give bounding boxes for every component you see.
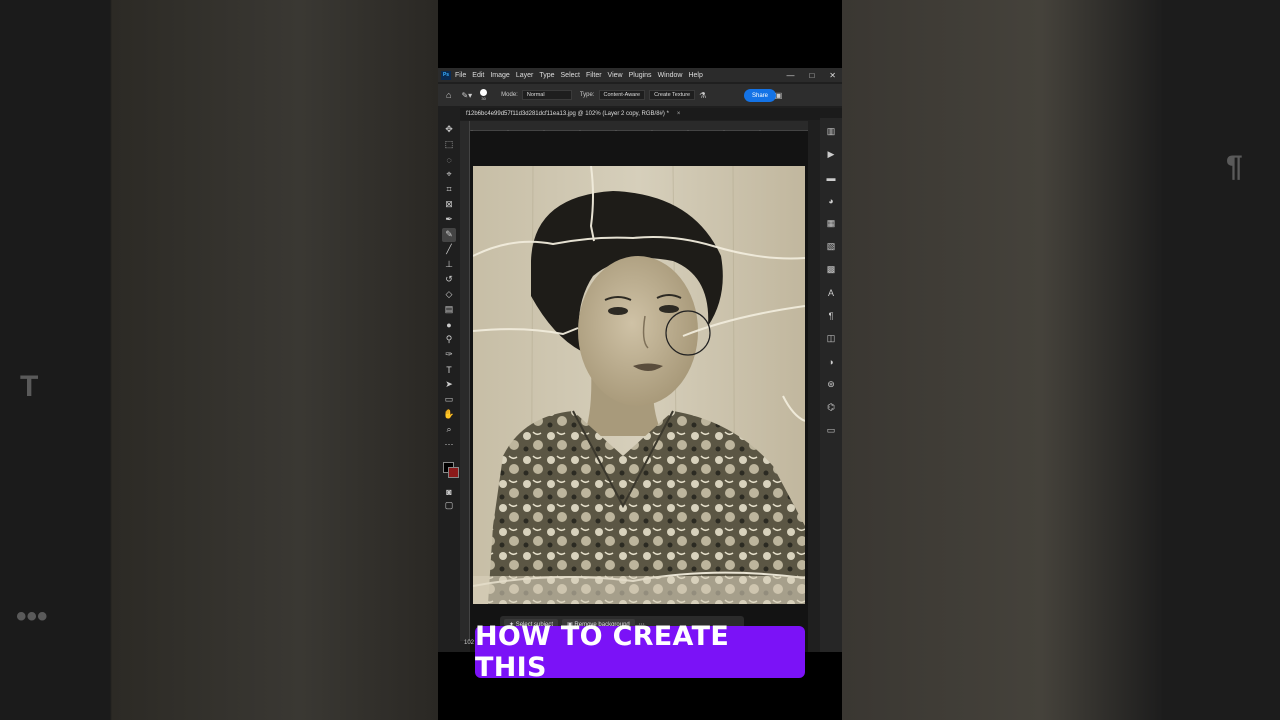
background-color-swatch[interactable]	[448, 467, 459, 478]
menu-file[interactable]: File	[455, 72, 466, 79]
menu-edit[interactable]: Edit	[472, 72, 484, 79]
photoshop-window: Ps File Edit Image Layer Type Select Fil…	[438, 68, 842, 652]
sample-all-layers-icon[interactable]: ⚗	[699, 91, 706, 100]
patterns-icon[interactable]: ▩	[825, 264, 837, 276]
zoom-icon[interactable]: ⌕	[442, 423, 456, 437]
path-select-icon[interactable]: ➤	[442, 378, 456, 392]
horizontal-ruler	[470, 121, 808, 134]
menu-window[interactable]: Window	[658, 72, 683, 79]
menu-filter[interactable]: Filter	[586, 72, 602, 79]
properties-icon[interactable]: ◫	[825, 333, 837, 345]
minimize-button[interactable]: —	[786, 71, 794, 80]
background-type-icon: T	[20, 370, 39, 403]
screen-mode-icon[interactable]: ▢	[442, 499, 456, 513]
gradient-icon[interactable]: ▤	[442, 303, 456, 317]
lasso-icon[interactable]: ◌	[442, 153, 456, 167]
crop-icon[interactable]: ⌗	[442, 183, 456, 197]
play-icon[interactable]: ▶	[825, 149, 837, 161]
menu-plugins[interactable]: Plugins	[629, 72, 652, 79]
document-tab-close-icon[interactable]: ×	[677, 111, 681, 117]
more-tools-icon[interactable]: ⋯	[442, 438, 456, 452]
mode-label: Mode:	[501, 92, 518, 98]
background-blur-right: ¶	[842, 0, 1280, 720]
frame-icon[interactable]: ⊠	[442, 198, 456, 212]
options-bar: ⌂ ✎▾ 30 Mode: Normal Type: Content-Aware…	[438, 84, 842, 106]
adjustments-icon[interactable]: ◑	[825, 356, 837, 368]
eyedropper-icon[interactable]: ✒	[442, 213, 456, 227]
blur-icon[interactable]: ●	[442, 318, 456, 332]
maximize-button[interactable]: □	[809, 71, 814, 80]
video-caption: HOW TO CREATE THIS	[475, 621, 805, 683]
mode-select[interactable]: Normal	[521, 90, 572, 100]
type-content-aware-option[interactable]: Content-Aware	[598, 90, 646, 100]
color-swatches[interactable]	[443, 460, 459, 478]
type-icon[interactable]: T	[442, 363, 456, 377]
pen-icon[interactable]: ✑	[442, 348, 456, 362]
brush-preview-icon	[480, 88, 488, 96]
background-more-icon: •••	[16, 600, 48, 633]
paragraph-icon[interactable]: ¶	[825, 310, 837, 322]
document-tab[interactable]: f12b6bc4e99d57f11d3d281dcf11ea13.jpg @ 1…	[460, 108, 842, 120]
window-controls: — □ ✕	[786, 68, 836, 82]
right-panel-dock: ▥ ▶ ▬ ◕ ▦ ▧ ▩ A ¶ ◫ ◑ ⊛ ⌬ ▭	[820, 118, 842, 652]
photoshop-logo-icon: Ps	[441, 70, 451, 80]
hand-icon[interactable]: ✋	[442, 408, 456, 422]
document-canvas[interactable]	[470, 131, 808, 652]
libraries-icon[interactable]: ▥	[825, 126, 837, 138]
vertical-ruler	[460, 121, 470, 641]
history-brush-icon[interactable]: ↺	[442, 273, 456, 287]
portrait-illustration	[473, 166, 805, 604]
quick-mask-icon[interactable]: ◙	[442, 485, 456, 499]
type-create-texture-option[interactable]: Create Texture	[649, 90, 696, 100]
eraser-icon[interactable]: ◇	[442, 288, 456, 302]
background-panel-strip	[1162, 0, 1280, 720]
type-label: Type:	[579, 92, 595, 98]
character-icon[interactable]: A	[825, 287, 837, 299]
move-icon[interactable]: ✥	[442, 123, 456, 137]
marquee-icon[interactable]: ⬚	[442, 138, 456, 152]
home-icon[interactable]: ⌂	[446, 90, 451, 100]
brush-icon[interactable]: ╱	[442, 243, 456, 257]
spot-healing-brush-preset-icon[interactable]: ✎▾	[461, 91, 472, 100]
comments-icon[interactable]: ▬	[825, 172, 837, 184]
quick-select-icon[interactable]: ⌖	[442, 168, 456, 182]
zoom-level[interactable]: 102	[464, 640, 474, 646]
menu-view[interactable]: View	[608, 72, 623, 79]
close-button[interactable]: ✕	[829, 71, 836, 80]
menu-image[interactable]: Image	[490, 72, 509, 79]
vintage-portrait-photo[interactable]	[473, 166, 805, 604]
gradients-icon[interactable]: ▧	[825, 241, 837, 253]
menu-layer[interactable]: Layer	[516, 72, 534, 79]
brush-size-value: 30	[481, 95, 486, 101]
color-icon[interactable]: ◕	[825, 195, 837, 207]
channels-icon[interactable]: ⊛	[825, 379, 837, 391]
layers-icon[interactable]: ▭	[825, 425, 837, 437]
share-button[interactable]: Share	[744, 89, 776, 102]
background-blur-left: T •••	[0, 0, 438, 720]
swatches-icon[interactable]: ▦	[825, 218, 837, 230]
menu-select[interactable]: Select	[561, 72, 580, 79]
menu-type[interactable]: Type	[539, 72, 554, 79]
menu-help[interactable]: Help	[688, 72, 702, 79]
background-paragraph-icon: ¶	[1226, 150, 1243, 183]
spot-healing-icon[interactable]: ✎	[442, 227, 456, 242]
document-tab-title: f12b6bc4e99d57f11d3d281dcf11ea13.jpg @ 1…	[466, 111, 669, 117]
brush-size-picker[interactable]: 30	[480, 88, 488, 102]
clone-stamp-icon[interactable]: ⊥	[442, 258, 456, 272]
rectangle-icon[interactable]: ▭	[442, 393, 456, 407]
menu-bar: Ps File Edit Image Layer Type Select Fil…	[438, 68, 842, 82]
paths-icon[interactable]: ⌬	[825, 402, 837, 414]
dodge-icon[interactable]: ⚲	[442, 333, 456, 347]
